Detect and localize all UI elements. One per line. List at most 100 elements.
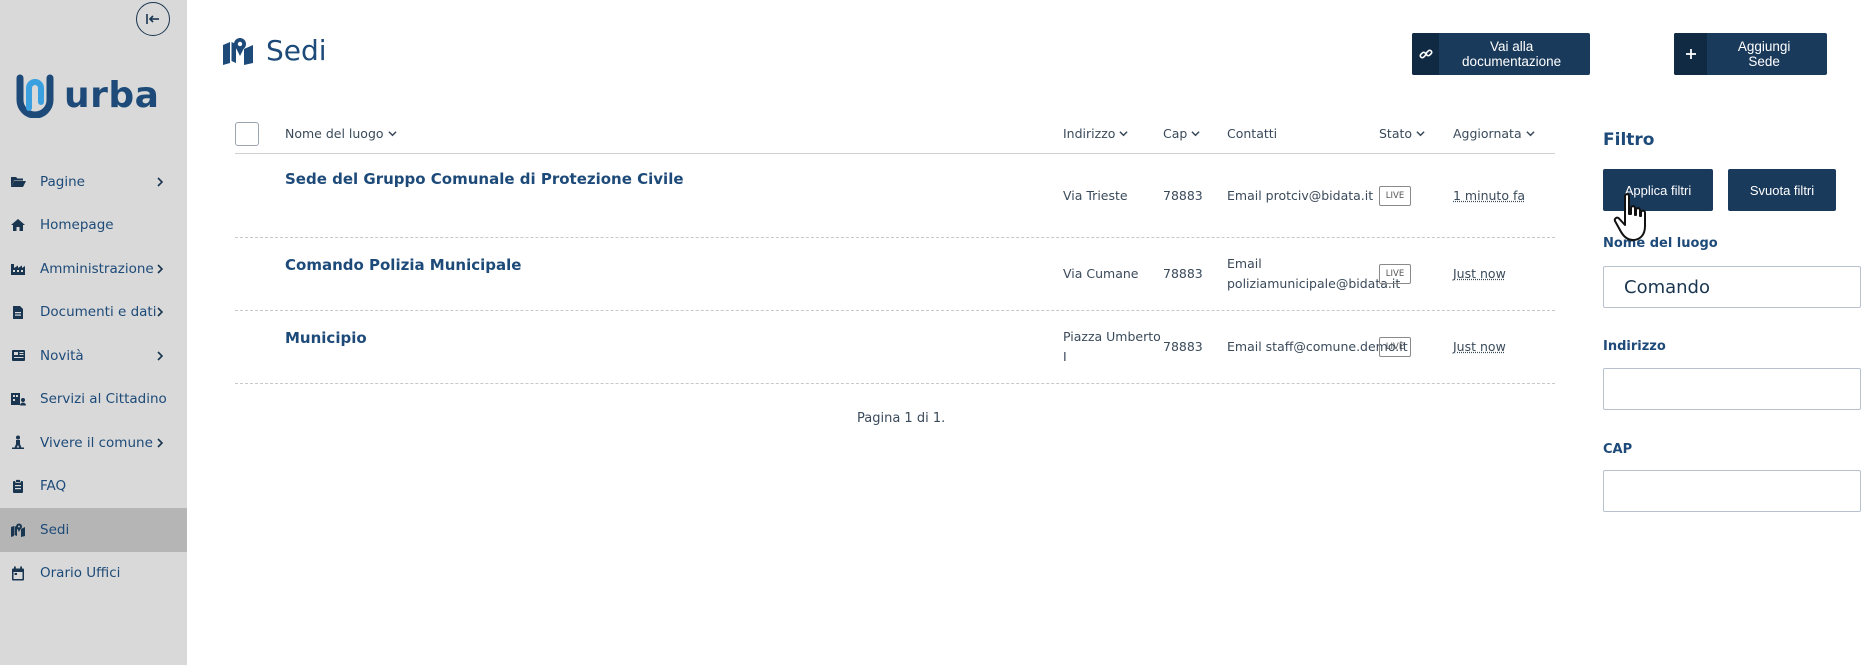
- chevron-right-icon: [157, 438, 164, 448]
- status-badge: LIVE: [1379, 337, 1411, 357]
- sidebar-item-label: Vivere il comune: [40, 434, 153, 451]
- chevron-right-icon: [157, 351, 164, 361]
- page-title-text: Sedi: [266, 34, 327, 67]
- column-header-stato[interactable]: Stato: [1379, 126, 1425, 141]
- sidebar-item-documenti-e-dati[interactable]: Documenti e dati: [0, 291, 187, 335]
- plus-icon: [1674, 33, 1708, 75]
- sidebar-item-faq[interactable]: FAQ: [0, 465, 187, 509]
- sidebar-item-label: Homepage: [40, 217, 114, 234]
- row-updated: Just now: [1453, 266, 1506, 281]
- hand-pointer-cursor-icon: [1613, 193, 1646, 241]
- filter-title: Filtro: [1603, 130, 1655, 150]
- map-location-icon: [10, 522, 26, 538]
- status-badge: LIVE: [1379, 186, 1411, 206]
- row-contact-line2: poliziamunicipale@bidata.it: [1227, 276, 1401, 291]
- table-row[interactable]: Comando Polizia Municipale Via Cumane 78…: [235, 238, 1555, 311]
- sidebar-item-label: Novità: [40, 347, 84, 364]
- chevron-right-icon: [157, 177, 164, 187]
- row-cap: 78883: [1163, 188, 1203, 203]
- sidebar-item-orario-uffici[interactable]: Orario Uffici: [0, 552, 187, 596]
- column-header-label: Cap: [1163, 126, 1188, 141]
- sidebar-item-label: Pagine: [40, 173, 85, 190]
- sedi-table: Nome del luogo Indirizzo Cap Contatti St…: [235, 120, 1555, 384]
- column-header-indirizzo[interactable]: Indirizzo: [1063, 126, 1129, 141]
- filter-panel: Filtro Applica filtri Svuota filtri Nome…: [1603, 130, 1861, 512]
- row-contact: Email: [1227, 256, 1262, 271]
- chevron-down-icon: [1526, 131, 1535, 137]
- pagination-text: Pagina 1 di 1.: [857, 411, 946, 426]
- sidebar-item-homepage[interactable]: Homepage: [0, 204, 187, 248]
- sidebar-item-pagine[interactable]: Pagine: [0, 160, 187, 204]
- chevron-down-icon: [1416, 131, 1425, 137]
- sidebar-item-label: Orario Uffici: [40, 565, 121, 582]
- map-location-icon: [223, 37, 253, 65]
- logo-text: urba: [64, 74, 160, 116]
- address-filter-input[interactable]: [1603, 368, 1861, 410]
- urba-logo[interactable]: urba: [12, 72, 159, 118]
- name-filter-input[interactable]: [1603, 266, 1861, 308]
- urba-logo-icon: [16, 74, 54, 118]
- column-header-nome[interactable]: Nome del luogo: [285, 126, 397, 141]
- docs-button-label: Vai alla documentazione: [1462, 39, 1562, 69]
- column-header-contatti: Contatti: [1227, 126, 1277, 141]
- row-address: Via Cumane: [1063, 266, 1139, 281]
- column-header-label: Indirizzo: [1063, 126, 1116, 141]
- column-header-cap[interactable]: Cap: [1163, 126, 1200, 141]
- sidebar-item-novita[interactable]: Novità: [0, 334, 187, 378]
- page-title: Sedi: [222, 34, 327, 67]
- file-icon: [10, 304, 26, 320]
- sidebar-item-label: Amministrazione: [40, 260, 154, 277]
- link-icon: [1412, 33, 1440, 75]
- sidebar-item-label: Sedi: [40, 521, 70, 538]
- column-header-label: Nome del luogo: [285, 126, 384, 141]
- sidebar-item-sedi[interactable]: Sedi: [0, 508, 187, 552]
- folder-open-icon: [10, 174, 26, 190]
- building-user-icon: [10, 391, 26, 407]
- newspaper-icon: [10, 348, 26, 364]
- row-name-link[interactable]: Comando Polizia Municipale: [285, 256, 521, 274]
- cap-filter-label: CAP: [1603, 442, 1633, 457]
- row-address: Via Trieste: [1063, 188, 1128, 203]
- row-address: Piazza Umberto: [1063, 329, 1161, 344]
- table-row[interactable]: Sede del Gruppo Comunale di Protezione C…: [235, 154, 1555, 238]
- add-sede-button-label: Aggiungi Sede: [1737, 39, 1791, 69]
- row-updated: Just now: [1453, 339, 1506, 354]
- status-badge: LIVE: [1379, 264, 1411, 284]
- column-header-label: Contatti: [1227, 126, 1278, 141]
- clear-filters-button[interactable]: Svuota filtri: [1728, 169, 1836, 211]
- select-all-checkbox[interactable]: [235, 122, 259, 146]
- cap-filter-input[interactable]: [1603, 470, 1861, 512]
- collapse-sidebar-button[interactable]: [136, 2, 170, 36]
- column-header-label: Stato: [1379, 126, 1413, 141]
- chevron-down-icon: [1119, 131, 1129, 137]
- sidebar-item-amministrazione[interactable]: Amministrazione: [0, 247, 187, 291]
- sidebar: urba Pagine Homepage Amministrazione Doc…: [0, 0, 187, 665]
- column-header-label: Aggiornata: [1453, 126, 1522, 141]
- table-header: Nome del luogo Indirizzo Cap Contatti St…: [235, 120, 1555, 154]
- main-content: Sedi Vai alla documentazione Aggiungi Se…: [187, 0, 1875, 665]
- column-header-aggiornata[interactable]: Aggiornata: [1453, 126, 1535, 141]
- row-name-link[interactable]: Municipio: [285, 329, 367, 347]
- chevron-right-icon: [157, 307, 164, 317]
- sidebar-item-label: FAQ: [40, 478, 67, 495]
- docs-button[interactable]: Vai alla documentazione: [1412, 33, 1590, 75]
- sidebar-item-vivere-il-comune[interactable]: Vivere il comune: [0, 421, 187, 465]
- home-icon: [10, 217, 26, 233]
- calendar-icon: [10, 565, 26, 581]
- row-updated: 1 minuto fa: [1453, 188, 1526, 203]
- add-sede-button[interactable]: Aggiungi Sede: [1674, 33, 1827, 75]
- sidebar-item-label: Documenti e dati: [40, 304, 157, 321]
- row-name-link[interactable]: Sede del Gruppo Comunale di Protezione C…: [285, 170, 684, 188]
- chevron-down-icon: [1191, 131, 1200, 137]
- row-cap: 78883: [1163, 266, 1203, 281]
- industry-icon: [10, 261, 26, 277]
- row-address-line2: I: [1063, 349, 1067, 364]
- address-filter-label: Indirizzo: [1603, 339, 1666, 354]
- table-row[interactable]: Municipio Piazza Umberto I 78883 Email s…: [235, 311, 1555, 384]
- sidebar-item-label: Servizi al Cittadino: [40, 391, 167, 408]
- arrow-left-to-line-icon: [146, 14, 159, 24]
- sidebar-item-servizi-al-cittadino[interactable]: Servizi al Cittadino: [0, 378, 187, 422]
- chevron-right-icon: [157, 264, 164, 274]
- chevron-down-icon: [387, 131, 397, 137]
- person-hiking-icon: [10, 435, 26, 451]
